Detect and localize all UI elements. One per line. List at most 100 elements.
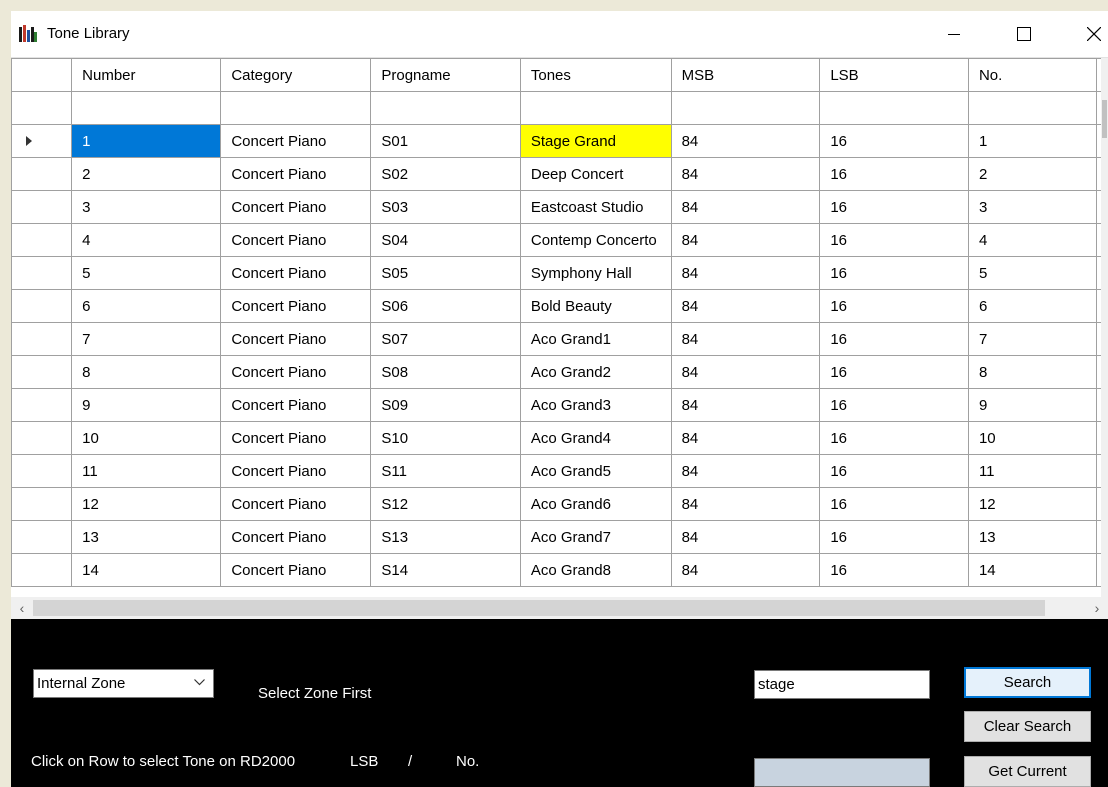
- cell-category[interactable]: Concert Piano: [220, 157, 372, 191]
- cell-progname[interactable]: S06: [370, 289, 521, 323]
- cell-number[interactable]: 11: [71, 454, 222, 488]
- filter-cell[interactable]: [71, 91, 222, 125]
- row-header[interactable]: [11, 487, 73, 521]
- get-current-button[interactable]: Get Current: [964, 756, 1091, 787]
- table-row[interactable]: 3 Concert Piano S03 Eastcoast Studio 84 16 3: [11, 190, 1108, 224]
- cell-msb[interactable]: 84: [670, 553, 821, 587]
- table-row[interactable]: 8 Concert Piano S08 Aco Grand2 84 16 8: [11, 355, 1108, 389]
- cell-category[interactable]: Concert Piano: [220, 223, 372, 257]
- table-row[interactable]: 10 Concert Piano S10 Aco Grand4 84 16 10: [11, 421, 1108, 455]
- cell-number[interactable]: 10: [71, 421, 222, 455]
- table-row[interactable]: 6 Concert Piano S06 Bold Beauty 84 16 6: [11, 289, 1108, 323]
- cell-no[interactable]: 6: [967, 289, 1098, 323]
- cell-tones[interactable]: Aco Grand1: [519, 322, 672, 356]
- cell-tones[interactable]: Eastcoast Studio: [519, 190, 672, 224]
- cell-progname[interactable]: S09: [370, 388, 521, 422]
- cell-number[interactable]: 7: [71, 322, 222, 356]
- cell-no[interactable]: 11: [967, 454, 1098, 488]
- cell-no[interactable]: 5: [967, 256, 1098, 290]
- cell-category[interactable]: Concert Piano: [220, 355, 372, 389]
- cell-no[interactable]: 4: [967, 223, 1098, 257]
- current-tone-field[interactable]: [754, 758, 930, 787]
- table-row[interactable]: 14 Concert Piano S14 Aco Grand8 84 16 14: [11, 553, 1108, 587]
- cell-tones[interactable]: Aco Grand4: [519, 421, 672, 455]
- clear-search-button[interactable]: Clear Search: [964, 711, 1091, 742]
- cell-tones[interactable]: Aco Grand6: [519, 487, 672, 521]
- vertical-scroll-thumb[interactable]: [1102, 100, 1107, 138]
- minimize-button[interactable]: [931, 11, 977, 57]
- column-header-lsb[interactable]: LSB: [819, 58, 969, 92]
- row-header[interactable]: [11, 289, 73, 323]
- horizontal-scrollbar[interactable]: ‹ ›: [11, 597, 1108, 619]
- cell-lsb[interactable]: 16: [819, 289, 969, 323]
- table-row[interactable]: 2 Concert Piano S02 Deep Concert 84 16 2: [11, 157, 1108, 191]
- cell-number[interactable]: 5: [71, 256, 222, 290]
- cell-category[interactable]: Concert Piano: [220, 190, 372, 224]
- column-header-no[interactable]: No.: [967, 58, 1098, 92]
- cell-number[interactable]: 3: [71, 190, 222, 224]
- cell-msb[interactable]: 84: [670, 487, 821, 521]
- column-header-progname[interactable]: Progname: [370, 58, 521, 92]
- cell-lsb[interactable]: 16: [819, 256, 969, 290]
- cell-lsb[interactable]: 16: [819, 157, 969, 191]
- cell-number[interactable]: 13: [71, 520, 222, 554]
- column-header-msb[interactable]: MSB: [670, 58, 821, 92]
- row-header[interactable]: [11, 553, 73, 587]
- cell-tones[interactable]: Aco Grand8: [519, 553, 672, 587]
- cell-tones[interactable]: Aco Grand7: [519, 520, 672, 554]
- column-header-number[interactable]: Number: [71, 58, 222, 92]
- search-button[interactable]: Search: [964, 667, 1091, 698]
- cell-number[interactable]: 6: [71, 289, 222, 323]
- cell-lsb[interactable]: 16: [819, 520, 969, 554]
- cell-tones[interactable]: Symphony Hall: [519, 256, 672, 290]
- table-row[interactable]: 11 Concert Piano S11 Aco Grand5 84 16 11: [11, 454, 1108, 488]
- cell-tones[interactable]: Aco Grand5: [519, 454, 672, 488]
- cell-lsb[interactable]: 16: [819, 190, 969, 224]
- cell-number[interactable]: 2: [71, 157, 222, 191]
- cell-no[interactable]: 1: [967, 124, 1098, 158]
- cell-lsb[interactable]: 16: [819, 355, 969, 389]
- column-header-tones[interactable]: Tones: [519, 58, 672, 92]
- cell-number[interactable]: 8: [71, 355, 222, 389]
- cell-progname[interactable]: S10: [370, 421, 521, 455]
- cell-number[interactable]: 4: [71, 223, 222, 257]
- cell-category[interactable]: Concert Piano: [220, 322, 372, 356]
- cell-tones[interactable]: Aco Grand3: [519, 388, 672, 422]
- filter-row[interactable]: [11, 91, 1108, 125]
- search-input[interactable]: stage: [754, 670, 930, 699]
- cell-no[interactable]: 2: [967, 157, 1098, 191]
- cell-progname[interactable]: S01: [370, 124, 521, 158]
- cell-msb[interactable]: 84: [670, 190, 821, 224]
- row-header[interactable]: [11, 157, 73, 191]
- cell-category[interactable]: Concert Piano: [220, 520, 372, 554]
- row-header[interactable]: [11, 454, 73, 488]
- cell-progname[interactable]: S12: [370, 487, 521, 521]
- cell-number[interactable]: 12: [71, 487, 222, 521]
- filter-cell[interactable]: [220, 91, 372, 125]
- cell-msb[interactable]: 84: [670, 322, 821, 356]
- zone-select[interactable]: Internal Zone: [33, 669, 214, 698]
- cell-msb[interactable]: 84: [670, 421, 821, 455]
- cell-progname[interactable]: S02: [370, 157, 521, 191]
- cell-no[interactable]: 10: [967, 421, 1098, 455]
- filter-cell[interactable]: [370, 91, 521, 125]
- cell-msb[interactable]: 84: [670, 355, 821, 389]
- cell-progname[interactable]: S07: [370, 322, 521, 356]
- filter-cell[interactable]: [819, 91, 969, 125]
- cell-lsb[interactable]: 16: [819, 454, 969, 488]
- cell-msb[interactable]: 84: [670, 289, 821, 323]
- cell-lsb[interactable]: 16: [819, 388, 969, 422]
- cell-category[interactable]: Concert Piano: [220, 124, 372, 158]
- cell-lsb[interactable]: 16: [819, 421, 969, 455]
- cell-lsb[interactable]: 16: [819, 487, 969, 521]
- cell-category[interactable]: Concert Piano: [220, 454, 372, 488]
- cell-tones[interactable]: Stage Grand: [519, 124, 672, 158]
- row-header[interactable]: [11, 223, 73, 257]
- scroll-left-icon[interactable]: ‹: [11, 597, 33, 619]
- cell-category[interactable]: Concert Piano: [220, 289, 372, 323]
- tone-grid[interactable]: Number Category Progname Tones MSB LSB N…: [11, 58, 1108, 602]
- vertical-scrollbar[interactable]: [1101, 58, 1108, 602]
- cell-no[interactable]: 12: [967, 487, 1098, 521]
- table-row[interactable]: 7 Concert Piano S07 Aco Grand1 84 16 7: [11, 322, 1108, 356]
- table-row[interactable]: 12 Concert Piano S12 Aco Grand6 84 16 12: [11, 487, 1108, 521]
